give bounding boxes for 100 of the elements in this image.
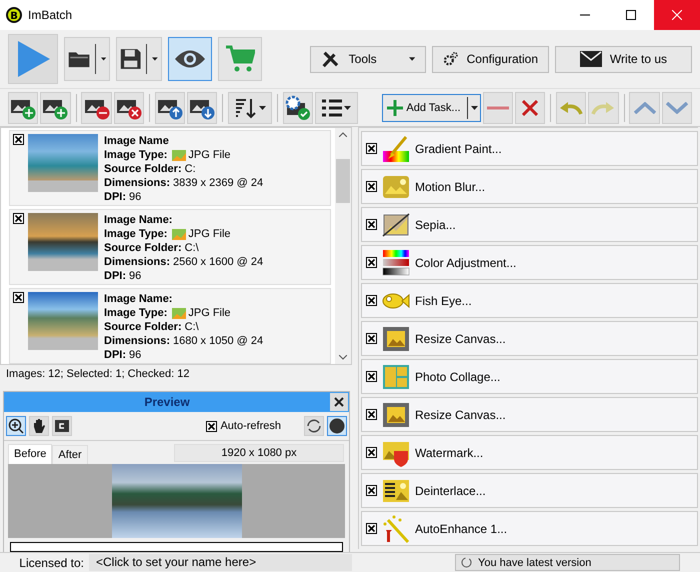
toolbar-button[interactable]: Tools	[310, 46, 426, 72]
add-folder-button[interactable]	[40, 92, 70, 124]
scrollbar[interactable]	[335, 128, 351, 364]
field-label: DPI:	[104, 190, 126, 204]
stop-button[interactable]	[327, 416, 347, 436]
task-label: Fish Eye...	[415, 294, 472, 308]
task-label: Motion Blur...	[415, 180, 486, 194]
sepia-landscape-icon	[382, 212, 410, 236]
scroll-up-icon	[339, 132, 347, 137]
image-card[interactable]: Image Name: Image Type: JPG File Source Folder: C:\ Dimensions: 1680 x 1050 @ 24 DPI: 96	[9, 288, 331, 364]
checkbox[interactable]	[366, 409, 377, 420]
task-row[interactable]: Color Adjustment...	[361, 245, 698, 280]
view-button[interactable]	[314, 92, 358, 124]
checkbox-label: Auto-refresh	[220, 420, 281, 432]
image-file-icon	[172, 308, 186, 318]
clear-images-button[interactable]	[114, 92, 144, 124]
image-settings-button[interactable]	[282, 92, 313, 124]
caret-icon	[100, 57, 106, 61]
image-card[interactable]: Image Name Image Type: JPG File Source Folder: C: Dimensions: 3839 x 2369 @ 24 DPI: 96	[9, 130, 331, 206]
preview-toggle-button[interactable]	[168, 37, 212, 81]
license-label: Licensed to:	[18, 556, 85, 570]
checkbox[interactable]	[13, 134, 24, 145]
task-row[interactable]: AutoEnhance 1...	[361, 511, 698, 546]
buy-button[interactable]	[218, 37, 262, 81]
task-row[interactable]: Resize Canvas...	[361, 397, 698, 432]
move-down-button[interactable]	[187, 92, 218, 124]
task-row[interactable]: Resize Canvas...	[361, 321, 698, 356]
field-label: Source Folder:	[104, 320, 182, 334]
task-row[interactable]: Watermark...	[361, 435, 698, 470]
scrollbar-thumb[interactable]	[336, 159, 350, 203]
close-button[interactable]	[330, 393, 348, 411]
rotate-icon	[55, 420, 69, 432]
refresh-icon	[461, 557, 472, 568]
zoom-icon	[8, 418, 24, 434]
checkbox[interactable]	[366, 143, 377, 154]
task-label: AutoEnhance 1...	[415, 522, 508, 536]
field-value: 1680 x 1050 @ 24	[173, 334, 264, 348]
task-row[interactable]: Gradient Paint...	[361, 131, 698, 166]
redo-arrow-icon	[591, 100, 616, 114]
checkbox[interactable]	[13, 213, 24, 224]
refresh-button[interactable]	[304, 416, 324, 436]
task-label: Resize Canvas...	[415, 408, 506, 422]
task-row[interactable]: Sepia...	[361, 207, 698, 242]
checkbox[interactable]	[366, 181, 377, 192]
task-row[interactable]: Fish Eye...	[361, 283, 698, 318]
checkbox[interactable]	[366, 371, 377, 382]
move-up-button[interactable]	[154, 92, 186, 124]
field-label: Dimensions:	[104, 176, 170, 190]
tab[interactable]: After	[52, 445, 88, 464]
sort-button[interactable]	[228, 92, 272, 124]
pan-button[interactable]	[29, 416, 49, 436]
task-label: Resize Canvas...	[415, 332, 506, 346]
field-label: DPI:	[104, 269, 126, 283]
checkbox[interactable]	[206, 420, 218, 432]
field-label: Dimensions:	[104, 255, 170, 269]
field-value: 96	[129, 269, 142, 283]
checkbox[interactable]	[366, 257, 377, 268]
remove-task-button[interactable]	[482, 92, 513, 124]
task-row[interactable]: Deinterlace...	[361, 473, 698, 508]
field-label: Image Type:	[104, 148, 168, 162]
checkbox[interactable]	[366, 219, 377, 230]
list-icon	[322, 98, 342, 116]
remove-image-button[interactable]	[81, 92, 112, 124]
save-button[interactable]	[116, 37, 162, 81]
zoom-button[interactable]	[6, 416, 26, 436]
toolbar-button[interactable]: Configuration	[432, 46, 549, 72]
refresh-icon	[306, 418, 322, 434]
clear-tasks-button[interactable]	[514, 92, 546, 124]
task-row[interactable]: Motion Blur...	[361, 169, 698, 204]
task-row[interactable]: Photo Collage...	[361, 359, 698, 394]
add-task-button[interactable]: Add Task...	[382, 94, 481, 122]
task-label: Deinterlace...	[415, 484, 486, 498]
field-label: Source Folder:	[104, 162, 182, 176]
rotate-button[interactable]	[52, 416, 72, 436]
license-name-link[interactable]: <Click to set your name here>	[89, 554, 352, 571]
checkbox[interactable]	[366, 485, 377, 496]
checkbox[interactable]	[13, 292, 24, 303]
tab[interactable]: Before	[8, 444, 52, 464]
photo-placeholder	[28, 213, 98, 271]
checkbox[interactable]	[366, 447, 377, 458]
close-icon	[672, 10, 682, 20]
image-card[interactable]: Image Name: Image Type: JPG File Source Folder: C:\ Dimensions: 2560 x 1600 @ 24 DPI: 96	[9, 209, 331, 285]
window-title: ImBatch	[28, 8, 74, 22]
minus-icon	[486, 106, 509, 110]
photo-placeholder	[28, 134, 98, 192]
app-logo-icon: B	[6, 7, 22, 23]
add-images-button[interactable]	[8, 92, 38, 124]
field-label: Image Name:	[104, 292, 172, 306]
checkbox[interactable]	[366, 295, 377, 306]
open-button[interactable]	[64, 37, 110, 81]
checkbox[interactable]	[366, 333, 377, 344]
chevron-down-icon	[666, 102, 688, 114]
checkbox[interactable]	[366, 523, 377, 534]
framed-landscape-icon	[382, 402, 410, 428]
gear-check-icon	[284, 94, 311, 120]
image-file-icon	[172, 150, 186, 160]
toolbar-button[interactable]: Write to us	[555, 46, 692, 72]
field-label: Image Name	[104, 134, 169, 148]
color-bars-icon	[382, 248, 410, 276]
plus-icon	[387, 100, 404, 116]
